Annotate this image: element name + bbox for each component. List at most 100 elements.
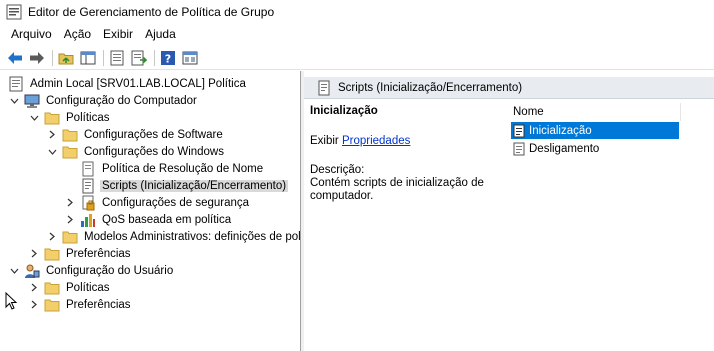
forward-button[interactable] — [28, 49, 46, 67]
export-list-icon — [131, 50, 147, 65]
back-arrow-icon — [8, 51, 22, 64]
menu-exibir[interactable]: Exibir — [97, 27, 139, 41]
tree-item-label: Preferências — [66, 247, 131, 260]
tree-item-admin-templates[interactable]: Modelos Administrativos: definições de p… — [46, 228, 301, 245]
chevron-right-icon[interactable] — [64, 197, 76, 209]
tree-item-label: Configuração do Computador — [46, 94, 197, 107]
policy-document-icon — [80, 161, 96, 177]
tree-item-label: Modelos Administrativos: definições de p… — [84, 230, 301, 243]
tree-item-label: Preferências — [66, 298, 131, 311]
menu-arquivo[interactable]: Arquivo — [5, 27, 58, 41]
help-icon: ? — [161, 50, 175, 65]
forward-arrow-icon — [30, 51, 44, 64]
tree-item-qos[interactable]: QoS baseada em política — [64, 211, 233, 228]
folder-icon — [62, 144, 78, 160]
tree-item-label: Scripts (Inicialização/Encerramento) — [100, 179, 289, 192]
details-header-title: Scripts (Inicialização/Encerramento) — [338, 81, 523, 94]
folder-icon — [62, 229, 78, 245]
gpme-app-icon — [6, 4, 22, 20]
tree-item-name-resolution[interactable]: Política de Resolução de Nome — [80, 160, 265, 177]
menu-ajuda[interactable]: Ajuda — [139, 27, 182, 41]
title-bar: Editor de Gerenciamento de Política de G… — [0, 0, 714, 24]
list-item-shutdown[interactable]: Desligamento — [511, 140, 679, 157]
properties-link[interactable]: Propriedades — [342, 135, 410, 147]
folder-icon — [44, 110, 60, 126]
menu-bar: Arquivo Ação Exibir Ajuda — [0, 24, 714, 44]
tree-item-policies[interactable]: Políticas — [28, 109, 111, 126]
description-text: Contém scripts de inicialização de compu… — [310, 177, 484, 202]
tree-item-label: Políticas — [66, 111, 110, 124]
folder-icon — [62, 127, 78, 143]
show-prefix: Exibir — [310, 135, 339, 147]
tree-item-software-settings[interactable]: Configurações de Software — [46, 126, 225, 143]
extended-description: Inicialização Exibir Propriedades Descri… — [310, 105, 500, 202]
window-title: Editor de Gerenciamento de Política de G… — [28, 5, 275, 19]
back-button[interactable] — [6, 49, 24, 67]
tree-item-scripts[interactable]: Scripts (Inicialização/Encerramento) — [80, 177, 289, 194]
toolbar-separator — [154, 49, 155, 66]
show-hide-tree-icon — [80, 51, 96, 64]
list-item-startup[interactable]: Inicialização — [511, 122, 679, 139]
show-hide-tree-button[interactable] — [79, 49, 97, 67]
chevron-down-icon[interactable] — [46, 146, 58, 158]
tree-item-computer-config[interactable]: Configuração do Computador — [8, 92, 199, 109]
folder-icon — [44, 297, 60, 313]
tree-item-label: Admin Local [SRV01.LAB.LOCAL] Política — [30, 77, 246, 90]
scripts-icon — [80, 178, 96, 194]
chevron-down-icon[interactable] — [8, 265, 20, 277]
bar-chart-icon — [80, 212, 96, 228]
tree-item-label: Configuração do Usuário — [46, 264, 174, 277]
tree-item-user-policies[interactable]: Políticas — [28, 279, 111, 296]
chevron-right-icon[interactable] — [46, 231, 58, 243]
chevron-right-icon[interactable] — [64, 214, 76, 226]
up-level-button[interactable] — [57, 49, 75, 67]
toolbar-separator — [103, 49, 104, 66]
description-label: Descrição: — [310, 164, 365, 176]
tree-item-label: Configurações de segurança — [102, 196, 250, 209]
list-item-label: Inicialização — [529, 124, 592, 137]
toolbar: ? — [0, 46, 714, 70]
script-icon — [512, 142, 526, 156]
tree-item-label: Configurações do Windows — [84, 145, 224, 158]
tree-item-label: Configurações de Software — [84, 128, 223, 141]
tree-item-preferences[interactable]: Preferências — [28, 245, 133, 262]
details-pane: Scripts (Inicialização/Encerramento) Ini… — [304, 71, 714, 351]
tree-item-label: Política de Resolução de Nome — [102, 162, 264, 175]
folder-icon — [44, 246, 60, 262]
tree-item-security-settings[interactable]: Configurações de segurança — [64, 194, 251, 211]
chevron-down-icon[interactable] — [28, 112, 40, 124]
tree-item-user-preferences[interactable]: Preferências — [28, 296, 133, 313]
mouse-cursor-icon — [5, 292, 18, 310]
console-tree[interactable]: Admin Local [SRV01.LAB.LOCAL] Política C… — [0, 71, 301, 351]
up-folder-icon — [58, 53, 74, 64]
computer-icon — [24, 93, 40, 109]
tree-item-root[interactable]: Admin Local [SRV01.LAB.LOCAL] Política — [8, 75, 248, 92]
tree-item-label: Políticas — [66, 281, 110, 294]
script-icon — [512, 124, 526, 138]
help-button[interactable]: ? — [159, 49, 177, 67]
scripts-icon — [318, 80, 330, 95]
user-icon — [24, 263, 40, 279]
chevron-right-icon[interactable] — [28, 248, 40, 260]
policy-document-icon — [8, 76, 24, 92]
chevron-right-icon[interactable] — [28, 282, 40, 294]
properties-icon — [110, 50, 124, 65]
svg-text:?: ? — [165, 52, 171, 65]
chevron-down-icon[interactable] — [8, 95, 20, 107]
view-button[interactable] — [181, 49, 199, 67]
selected-item-heading: Inicialização — [310, 105, 378, 117]
security-icon — [80, 195, 96, 211]
tree-item-label: QoS baseada em política — [102, 213, 232, 226]
toolbar-separator — [52, 49, 53, 66]
tree-item-windows-settings[interactable]: Configurações do Windows — [46, 143, 226, 160]
tree-item-user-config[interactable]: Configuração do Usuário — [8, 262, 175, 279]
chevron-right-icon[interactable] — [46, 129, 58, 141]
column-header-name[interactable]: Nome — [511, 103, 681, 121]
show-properties-line: Exibir Propriedades — [310, 135, 410, 147]
details-header: Scripts (Inicialização/Encerramento) — [304, 77, 714, 99]
menu-acao[interactable]: Ação — [58, 27, 97, 41]
export-list-button[interactable] — [130, 49, 148, 67]
folder-icon — [44, 280, 60, 296]
chevron-right-icon[interactable] — [28, 299, 40, 311]
properties-button[interactable] — [108, 49, 126, 67]
